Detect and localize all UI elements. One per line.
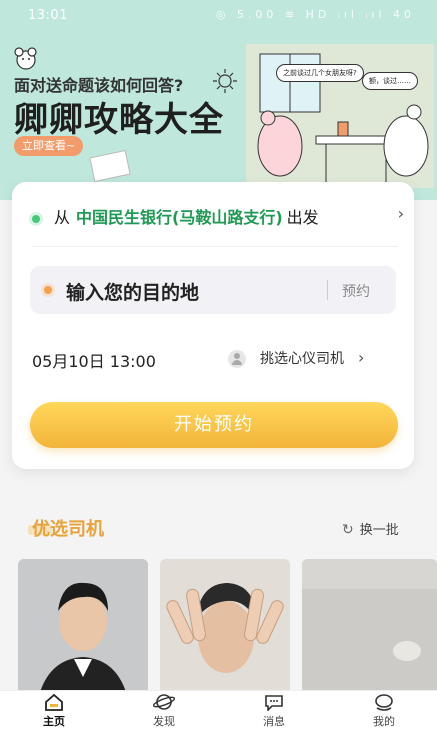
divider [32, 246, 398, 247]
tab-profile-label: 我的 [373, 715, 395, 728]
home-icon [45, 693, 63, 711]
section-title-text: 优选司机 [32, 519, 104, 540]
chevron-right-icon: › [397, 204, 404, 223]
pickup-location: 中国民生银行(马鞍山路支行) [76, 208, 283, 227]
refresh-icon: ↻ [342, 522, 354, 538]
choose-driver-button[interactable]: 挑选心仪司机 › [228, 348, 364, 368]
choose-driver-label: 挑选心仪司机 [260, 351, 344, 367]
driver-card-photo[interactable] [18, 559, 148, 699]
datetime-picker[interactable]: 05月10日 13:00 [32, 348, 156, 372]
booking-card: 从中国民生银行(马鞍山路支行) 出发 › 输入您的目的地 预约 05月10日 13… [12, 182, 414, 469]
profile-icon [375, 694, 393, 711]
divider [327, 280, 328, 300]
chevron-right-icon: › [358, 348, 365, 367]
tab-discover[interactable]: 发现 [134, 693, 194, 729]
section-title: 优选司机 [28, 515, 104, 541]
chat-icon [265, 695, 283, 711]
banner-title: 卿卿攻略大全 [14, 100, 224, 140]
tab-discover-label: 发现 [153, 715, 175, 728]
pickup-row[interactable]: 从中国民生银行(马鞍山路支行) 出发 › [32, 204, 404, 228]
banner-bubble-left: 之前谈过几个女朋友呀? [276, 64, 364, 82]
status-icons: ◎ 5.00 ≋ HD ᵢıl ᵢıl 40 [215, 8, 415, 21]
pickup-suffix: 出发 [286, 208, 319, 227]
driver-avatar-icon [228, 350, 246, 368]
tab-messages[interactable]: 消息 [244, 693, 304, 729]
refresh-drivers-button[interactable]: ↻ 换一批 [342, 519, 399, 538]
destination-input[interactable]: 输入您的目的地 预约 [30, 266, 396, 314]
tab-home-label: 主页 [43, 715, 65, 728]
banner-cta-button[interactable]: 立即查看~ [14, 136, 84, 156]
driver-card-photo[interactable] [302, 559, 437, 699]
tab-profile[interactable]: 我的 [354, 693, 414, 729]
tab-home[interactable]: 主页 [24, 693, 84, 729]
planet-icon [153, 694, 175, 710]
promo-banner[interactable]: 13:01 ◎ 5.00 ≋ HD ᵢıl ᵢıl 40 面对送命题该如何回答?… [0, 0, 437, 200]
tab-messages-label: 消息 [263, 715, 285, 728]
destination-dot-icon [44, 286, 52, 294]
start-booking-button[interactable]: 开始预约 [30, 402, 398, 448]
pickup-prefix: 从 [54, 208, 71, 227]
driver-card-photo[interactable] [160, 559, 290, 699]
paper-doodle-icon [89, 150, 131, 182]
banner-bubble-right: 额，谈过…… [362, 72, 418, 90]
destination-placeholder: 输入您的目的地 [66, 282, 200, 304]
status-bar: 13:01 ◎ 5.00 ≋ HD ᵢıl ᵢıl 40 [0, 0, 437, 30]
refresh-label: 换一批 [359, 523, 399, 538]
banner-illustration: 之前谈过几个女朋友呀? 额，谈过…… [246, 38, 434, 188]
status-time: 13:01 [28, 8, 68, 23]
reserve-button[interactable]: 预约 [342, 281, 370, 301]
bottom-tab-bar: 主页 发现 消息 我的 [0, 690, 437, 730]
pickup-dot-icon [32, 214, 40, 223]
